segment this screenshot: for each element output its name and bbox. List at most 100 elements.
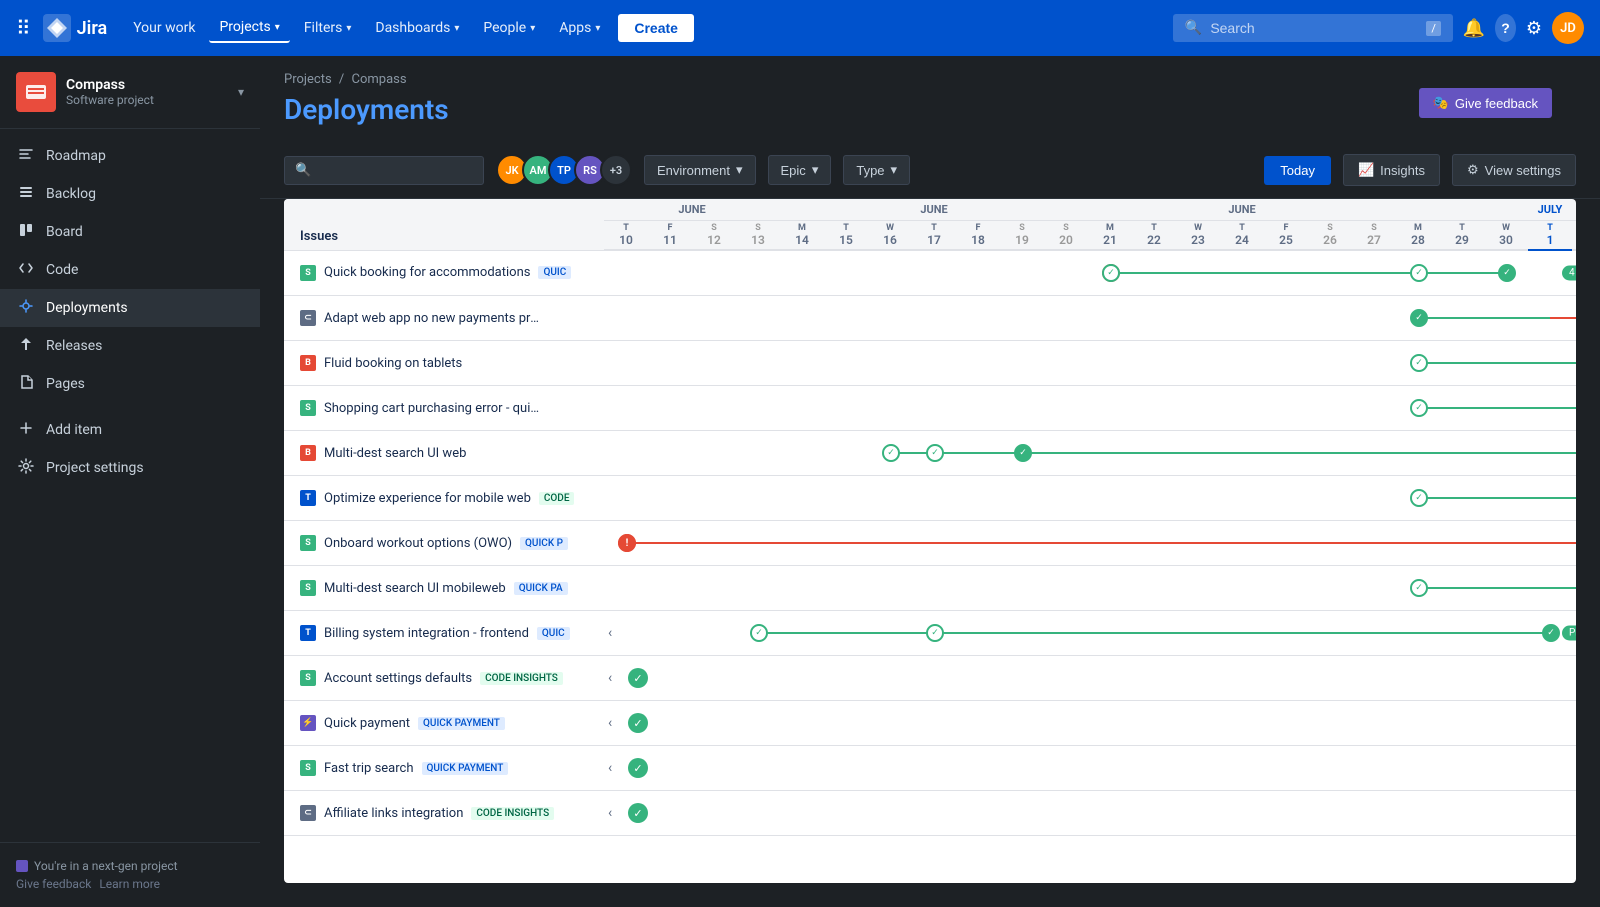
projects-nav[interactable]: Projects ▾ bbox=[209, 13, 289, 43]
jira-logo[interactable]: Jira bbox=[43, 14, 108, 42]
day-16: W16 bbox=[868, 221, 912, 251]
green-deployment-line-2 bbox=[1022, 452, 1576, 454]
gantt-bar-cell: ‹✓ bbox=[604, 746, 1576, 791]
sidebar-item-code[interactable]: Code bbox=[0, 251, 260, 289]
help-button[interactable]: ? bbox=[1495, 14, 1516, 42]
issue-cell[interactable]: TOptimize experience for mobile webCODE bbox=[284, 476, 604, 521]
table-row[interactable]: ⚡Quick paymentQUICK PAYMENT‹✓ bbox=[284, 701, 1576, 746]
issues-search[interactable]: 🔍 bbox=[284, 156, 484, 185]
table-row[interactable]: TOptimize experience for mobile webCODE✓… bbox=[284, 476, 1576, 521]
table-row[interactable]: SAccount settings defaultsCODE INSIGHTS‹… bbox=[284, 656, 1576, 701]
environment-chevron-icon: ▾ bbox=[736, 162, 743, 178]
your-work-nav[interactable]: Your work bbox=[123, 14, 205, 42]
issue-cell[interactable]: ⊂Affiliate links integrationCODE INSIGHT… bbox=[284, 791, 604, 836]
table-row[interactable]: ⊂Affiliate links integrationCODE INSIGHT… bbox=[284, 791, 1576, 836]
deployment-dot: ✓ bbox=[926, 444, 944, 462]
sidebar-item-releases[interactable]: Releases bbox=[0, 327, 260, 365]
code-label: Code bbox=[46, 262, 78, 278]
sidebar-item-board[interactable]: Board bbox=[0, 213, 260, 251]
day-27: S27 bbox=[1352, 221, 1396, 251]
sidebar-item-deployments[interactable]: Deployments bbox=[0, 289, 260, 327]
issue-cell[interactable]: SQuick booking for accommodationsQUIC bbox=[284, 250, 604, 296]
breadcrumb-current: Compass bbox=[352, 72, 407, 87]
create-button[interactable]: Create bbox=[618, 14, 694, 42]
issue-cell[interactable]: BMulti-dest search UI web bbox=[284, 431, 604, 476]
table-row[interactable]: SMulti-dest search UI mobilewebQUICK PA✓… bbox=[284, 566, 1576, 611]
issue-cell[interactable]: SOnboard workout options (OWO)QUICK P bbox=[284, 521, 604, 566]
main-content: Projects / Compass Deployments 🎭 Give fe… bbox=[260, 56, 1600, 907]
insights-icon: 📈 bbox=[1358, 162, 1374, 178]
issue-cell[interactable]: ⊂Adapt web app no new payments provide bbox=[284, 296, 604, 341]
apps-nav[interactable]: Apps ▾ bbox=[549, 14, 610, 42]
give-feedback-button[interactable]: 🎭 Give feedback bbox=[1419, 88, 1552, 118]
avatar-group: JK AM TP RS +3 bbox=[496, 154, 632, 186]
epic-filter-button[interactable]: Epic ▾ bbox=[768, 155, 832, 185]
table-row[interactable]: TBilling system integration - frontendQU… bbox=[284, 611, 1576, 656]
search-input[interactable] bbox=[1210, 20, 1418, 36]
table-row[interactable]: SShopping cart purchasing error - quick … bbox=[284, 386, 1576, 431]
issue-name: Multi-dest search UI web bbox=[324, 446, 466, 461]
type-filter-button[interactable]: Type ▾ bbox=[843, 155, 910, 185]
day-30: W30 bbox=[1484, 221, 1528, 251]
project-settings-label: Project settings bbox=[46, 460, 144, 476]
insights-button[interactable]: 📈 Insights bbox=[1343, 154, 1440, 186]
issue-cell[interactable]: SFast trip searchQUICK PAYMENT bbox=[284, 746, 604, 791]
issues-search-input[interactable] bbox=[317, 163, 493, 178]
project-chevron-icon[interactable]: ▾ bbox=[238, 85, 244, 99]
issue-cell[interactable]: TBilling system integration - frontendQU… bbox=[284, 611, 604, 656]
gantt-bar-cell: ✓✓Staging bbox=[604, 341, 1576, 386]
sidebar-item-project-settings[interactable]: Project settings bbox=[0, 449, 260, 487]
learn-more-link[interactable]: Learn more bbox=[99, 877, 160, 891]
avatar-count[interactable]: +3 bbox=[600, 154, 632, 186]
issue-name: Adapt web app no new payments provide bbox=[324, 311, 544, 326]
give-feedback-footer[interactable]: Give feedback bbox=[16, 877, 91, 891]
sidebar-item-backlog[interactable]: Backlog bbox=[0, 175, 260, 213]
people-nav[interactable]: People ▾ bbox=[473, 14, 545, 42]
add-item-label: Add item bbox=[46, 422, 102, 438]
notifications-button[interactable]: 🔔 bbox=[1457, 12, 1491, 45]
footer-dot bbox=[16, 860, 28, 872]
dashboards-nav[interactable]: Dashboards ▾ bbox=[365, 14, 469, 42]
settings-button[interactable]: ⚙ bbox=[1520, 12, 1548, 45]
issue-cell[interactable]: SMulti-dest search UI mobilewebQUICK PA bbox=[284, 566, 604, 611]
sidebar-item-add-item[interactable]: Add item bbox=[0, 411, 260, 449]
table-row[interactable]: SFast trip searchQUICK PAYMENT‹✓ bbox=[284, 746, 1576, 791]
filters-nav[interactable]: Filters ▾ bbox=[294, 14, 362, 42]
environment-badge: 4 Prod EU East + 3 bbox=[1562, 266, 1576, 281]
issue-name: Quick booking for accommodations bbox=[324, 265, 530, 280]
issue-name: Onboard workout options (OWO) bbox=[324, 536, 512, 551]
view-settings-button[interactable]: ⚙ View settings bbox=[1452, 154, 1576, 186]
grid-icon[interactable]: ⠿ bbox=[16, 16, 31, 40]
sidebar-item-pages[interactable]: Pages bbox=[0, 365, 260, 403]
deployment-dot: ✓ bbox=[1014, 444, 1032, 462]
issue-cell[interactable]: SShopping cart purchasing error - quick … bbox=[284, 386, 604, 431]
search-icon: 🔍 bbox=[1185, 20, 1202, 36]
issue-name: Fast trip search bbox=[324, 761, 414, 776]
deployment-dot: ✓ bbox=[1410, 264, 1428, 282]
issue-tag: QUICK PAYMENT bbox=[422, 762, 509, 775]
sidebar-item-roadmap[interactable]: Roadmap bbox=[0, 137, 260, 175]
page-header: Projects / Compass Deployments 🎭 Give fe… bbox=[260, 56, 1600, 142]
deployment-dot: ✓ bbox=[1410, 309, 1428, 327]
june-header-3: JUNE bbox=[1088, 199, 1396, 221]
deployment-dot: ✓ bbox=[1498, 264, 1516, 282]
search-box[interactable]: 🔍 / bbox=[1173, 14, 1453, 42]
environment-filter-button[interactable]: Environment ▾ bbox=[644, 155, 756, 185]
breadcrumb-projects[interactable]: Projects bbox=[284, 72, 332, 87]
today-button[interactable]: Today bbox=[1264, 156, 1331, 185]
issue-cell[interactable]: ⚡Quick paymentQUICK PAYMENT bbox=[284, 701, 604, 746]
day-19: S19 bbox=[1000, 221, 1044, 251]
table-row[interactable]: ⊂Adapt web app no new payments provide✓P… bbox=[284, 296, 1576, 341]
day-20: S20 bbox=[1044, 221, 1088, 251]
table-row[interactable]: BFluid booking on tablets✓✓Staging bbox=[284, 341, 1576, 386]
project-header[interactable]: Compass Software project ▾ bbox=[0, 56, 260, 129]
table-row[interactable]: BMulti-dest search UI web✓✓✓4 Prod EU Ea… bbox=[284, 431, 1576, 476]
table-row[interactable]: SQuick booking for accommodationsQUIC!✓✓… bbox=[284, 250, 1576, 296]
day-12: S12 bbox=[692, 221, 736, 251]
user-avatar[interactable]: JD bbox=[1552, 12, 1584, 44]
pages-icon bbox=[16, 374, 36, 394]
issue-cell[interactable]: SAccount settings defaultsCODE INSIGHTS bbox=[284, 656, 604, 701]
issue-cell[interactable]: BFluid booking on tablets bbox=[284, 341, 604, 386]
table-row[interactable]: SOnboard workout options (OWO)QUICK P!!✓… bbox=[284, 521, 1576, 566]
environment-badge: Prod bbox=[1562, 626, 1576, 641]
